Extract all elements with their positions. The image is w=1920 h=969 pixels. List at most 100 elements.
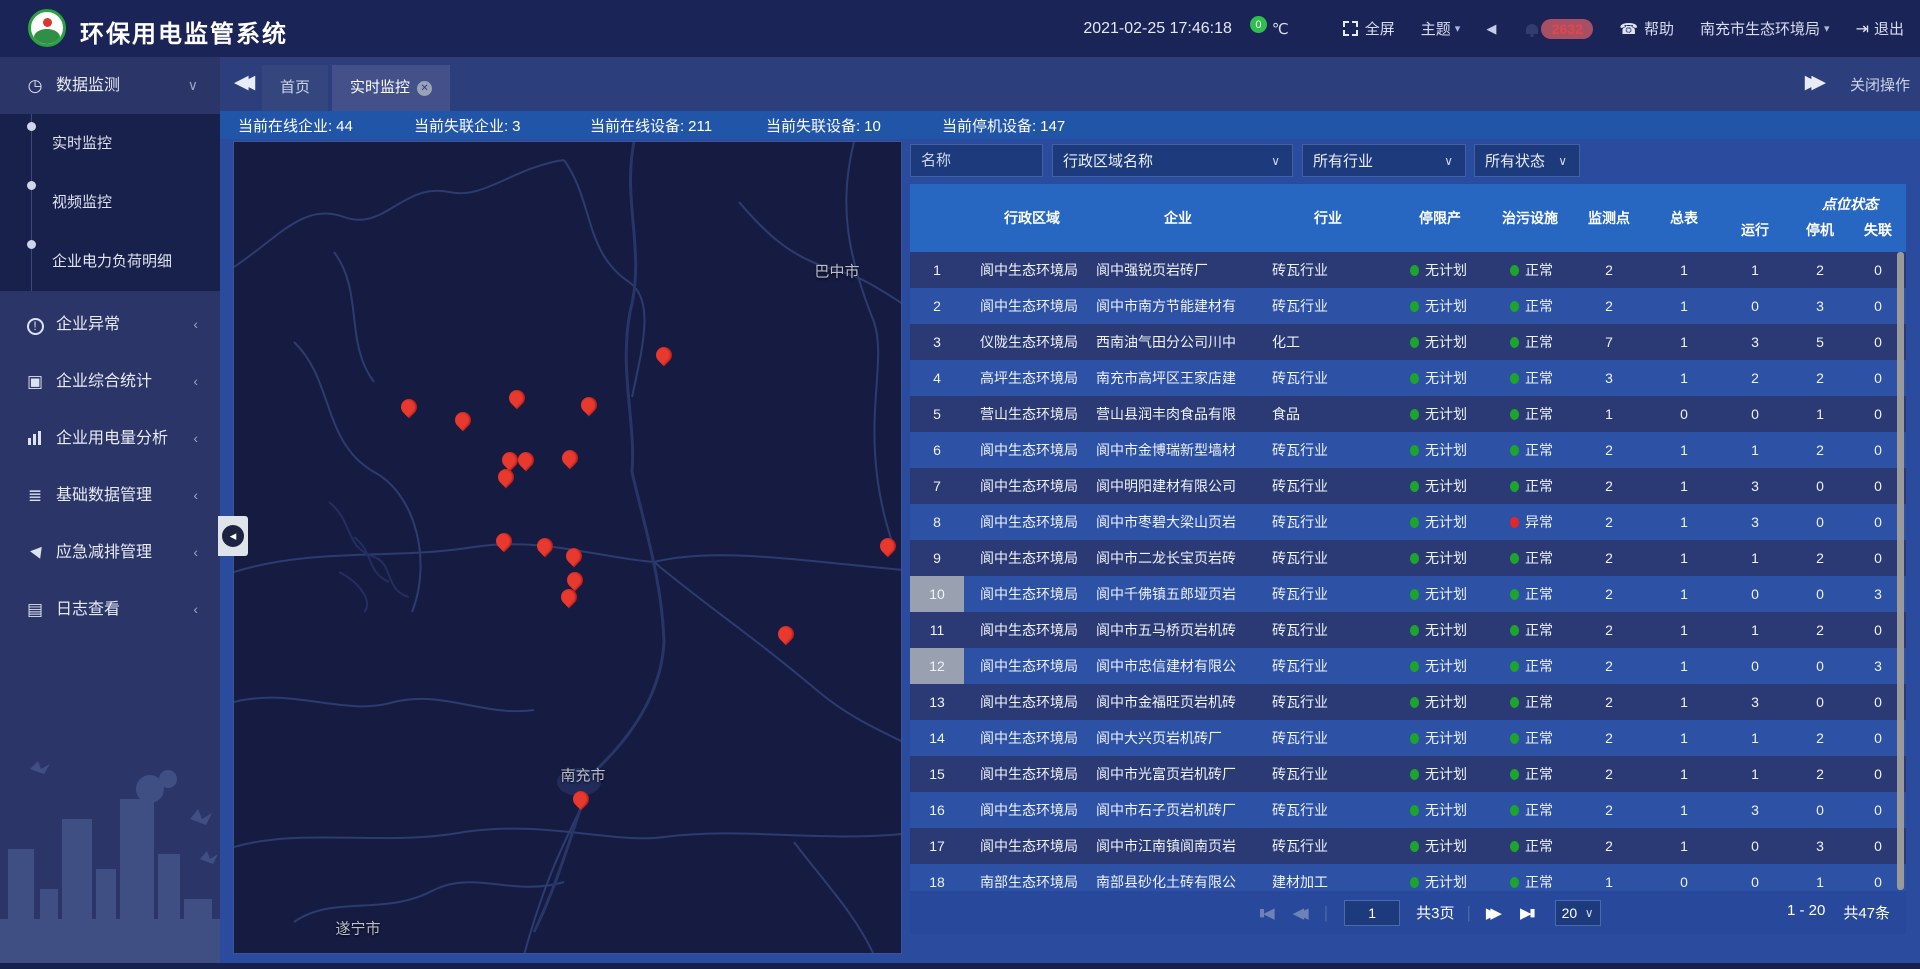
- table-row[interactable]: 4高坪生态环境局南充市高坪区王家店建砖瓦行业无计划正常31220: [910, 360, 1906, 396]
- map-pin[interactable]: [398, 396, 421, 419]
- table-row[interactable]: 7阆中生态环境局阆中明阳建材有限公司砖瓦行业无计划正常21300: [910, 468, 1906, 504]
- map-pin[interactable]: [570, 788, 593, 811]
- cell-running: 1: [1720, 756, 1790, 792]
- fullscreen-button[interactable]: 全屏: [1343, 18, 1395, 39]
- cell-index: 12: [910, 648, 974, 684]
- table-row[interactable]: 3仪陇生态环境局西南油气田分公司川中化工无计划正常71350: [910, 324, 1906, 360]
- cell-points: 2: [1570, 612, 1648, 648]
- map-pin[interactable]: [559, 447, 582, 470]
- page-size-select[interactable]: 20 ∨: [1555, 900, 1601, 926]
- sidebar-item-video-monitor[interactable]: 视频监控: [0, 173, 220, 232]
- sidebar-item-emergency-reduction[interactable]: 应急减排管理 ‹: [0, 524, 220, 581]
- col-industry[interactable]: 行业: [1266, 184, 1390, 252]
- mute-speaker-icon[interactable]: ◀: [1486, 21, 1496, 37]
- map-pin[interactable]: [775, 623, 798, 646]
- map-pin[interactable]: [452, 409, 475, 432]
- table-row[interactable]: 16阆中生态环境局阆中市石子页岩机砖厂砖瓦行业无计划正常21300: [910, 792, 1906, 828]
- last-page-button[interactable]: ▶: [1520, 904, 1536, 922]
- next-page-button[interactable]: ▶▶: [1486, 904, 1502, 922]
- close-operations-button[interactable]: 关闭操作: [1850, 74, 1910, 95]
- logout-button[interactable]: ⇥ 退出: [1856, 18, 1904, 39]
- stat-online-companies: 当前在线企业:44: [238, 115, 396, 136]
- cell-region: 阆中生态环境局: [974, 684, 1090, 720]
- table-scrollbar[interactable]: [1897, 252, 1904, 890]
- region-filter-select[interactable]: 行政区域名称 ∨: [1052, 144, 1293, 177]
- sidebar-item-enterprise-statistics[interactable]: ▣ 企业综合统计 ‹: [0, 353, 220, 410]
- name-filter-input[interactable]: [910, 144, 1043, 177]
- map-pin[interactable]: [493, 530, 516, 553]
- cell-region: 阆中生态环境局: [974, 648, 1090, 684]
- sidebar-item-power-usage-analysis[interactable]: 企业用电量分析 ‹: [0, 410, 220, 467]
- cell-running: 3: [1720, 504, 1790, 540]
- close-icon[interactable]: ✕: [417, 81, 432, 96]
- map-pin[interactable]: [495, 466, 518, 489]
- tab-realtime-monitor[interactable]: 实时监控 ✕: [332, 65, 450, 111]
- chevron-left-icon: ‹: [193, 353, 198, 410]
- help-button[interactable]: ☎ 帮助: [1619, 18, 1674, 39]
- tabs-scroll-left-icon[interactable]: ◀◀: [234, 71, 247, 94]
- sidebar-item-log-view[interactable]: ▤ 日志查看 ‹: [0, 581, 220, 638]
- col-production[interactable]: 停限产: [1390, 184, 1490, 252]
- table-row[interactable]: 5营山生态环境局营山县润丰肉食品有限食品无计划正常10010: [910, 396, 1906, 432]
- table-row[interactable]: 9阆中生态环境局阆中市二龙长宝页岩砖砖瓦行业无计划正常21120: [910, 540, 1906, 576]
- page-number-input[interactable]: 1: [1344, 900, 1400, 926]
- map-panel[interactable]: 巴中市 南充市 遂宁市: [233, 141, 902, 954]
- cell-running: 3: [1720, 468, 1790, 504]
- sidebar-item-basic-data-mgmt[interactable]: ≣ 基础数据管理 ‹: [0, 467, 220, 524]
- status-dot: [1510, 625, 1519, 636]
- sidebar-item-enterprise-abnormal[interactable]: ! 企业异常 ‹: [0, 296, 220, 353]
- table-row[interactable]: 2阆中生态环境局阆中市南方节能建材有砖瓦行业无计划正常21030: [910, 288, 1906, 324]
- table-row[interactable]: 13阆中生态环境局阆中市金福旺页岩机砖砖瓦行业无计划正常21300: [910, 684, 1906, 720]
- cell-production-status: 无计划: [1390, 576, 1490, 612]
- cell-industry: 砖瓦行业: [1266, 756, 1390, 792]
- stats-bar: 当前在线企业:44 当前失联企业:3 当前在线设备:211 当前失联设备:10 …: [220, 111, 1920, 139]
- cell-stopped: 0: [1790, 576, 1850, 612]
- col-treatment[interactable]: 治污设施: [1490, 184, 1570, 252]
- col-points[interactable]: 监测点: [1570, 184, 1648, 252]
- name-input[interactable]: [921, 152, 1032, 169]
- table-row[interactable]: 15阆中生态环境局阆中市光富页岩机砖厂砖瓦行业无计划正常21120: [910, 756, 1906, 792]
- tab-home[interactable]: 首页: [262, 65, 328, 111]
- industry-filter-select[interactable]: 所有行业 ∨: [1302, 144, 1466, 177]
- status-filter-select[interactable]: 所有状态 ∨: [1474, 144, 1580, 177]
- tabs-scroll-right-icon[interactable]: ▶▶: [1805, 71, 1818, 94]
- theme-dropdown[interactable]: 主题 ▾: [1421, 18, 1461, 39]
- cell-industry: 砖瓦行业: [1266, 612, 1390, 648]
- map-pin[interactable]: [515, 449, 538, 472]
- table-row[interactable]: 12阆中生态环境局阆中市忠信建材有限公砖瓦行业无计划正常21003: [910, 648, 1906, 684]
- cell-index: 8: [910, 504, 974, 540]
- col-meter[interactable]: 总表: [1648, 184, 1720, 252]
- chevron-down-icon: ▾: [1455, 22, 1461, 35]
- table-row[interactable]: 10阆中生态环境局阆中千佛镇五郎垭页岩砖瓦行业无计划正常21003: [910, 576, 1906, 612]
- table-row[interactable]: 1阆中生态环境局阆中强锐页岩砖厂砖瓦行业无计划正常21120: [910, 252, 1906, 288]
- status-dot: [1410, 445, 1419, 456]
- col-running[interactable]: 运行: [1720, 184, 1790, 252]
- table-row[interactable]: 6阆中生态环境局阆中市金博瑞新型墙材砖瓦行业无计划正常21120: [910, 432, 1906, 468]
- map-pin[interactable]: [506, 387, 529, 410]
- sidebar-item-realtime-monitor[interactable]: 实时监控: [0, 114, 220, 173]
- status-dot: [1410, 769, 1419, 780]
- sidebar-item-data-monitoring[interactable]: ◷ 数据监测 ∨: [0, 57, 220, 114]
- map-pin[interactable]: [534, 535, 557, 558]
- first-page-button[interactable]: ◀: [1259, 904, 1275, 922]
- cell-production-status: 无计划: [1390, 720, 1490, 756]
- notifications-button[interactable]: 2632: [1526, 19, 1593, 39]
- col-region[interactable]: 行政区域: [974, 184, 1090, 252]
- map-pin[interactable]: [578, 394, 601, 417]
- organization-dropdown[interactable]: 南充市生态环境局 ▾: [1700, 18, 1830, 39]
- col-company[interactable]: 企业: [1090, 184, 1266, 252]
- status-dot: [1410, 373, 1419, 384]
- prev-page-button[interactable]: ◀◀: [1293, 904, 1309, 922]
- cell-meter: 1: [1648, 612, 1720, 648]
- map-pin[interactable]: [563, 545, 586, 568]
- table-row[interactable]: 17阆中生态环境局阆中市江南镇阆南页岩砖瓦行业无计划正常21030: [910, 828, 1906, 864]
- table-row[interactable]: 11阆中生态环境局阆中市五马桥页岩机砖砖瓦行业无计划正常21120: [910, 612, 1906, 648]
- cell-meter: 1: [1648, 756, 1720, 792]
- table-row[interactable]: 8阆中生态环境局阆中市枣碧大梁山页岩砖瓦行业无计划异常21300: [910, 504, 1906, 540]
- sidebar-item-power-load-detail[interactable]: 企业电力负荷明细: [0, 232, 220, 291]
- exit-icon: ⇥: [1856, 19, 1869, 39]
- sidebar-collapse-handle[interactable]: ◂: [218, 516, 248, 556]
- map-pin[interactable]: [653, 344, 676, 367]
- table-row[interactable]: 14阆中生态环境局阆中大兴页岩机砖厂砖瓦行业无计划正常21120: [910, 720, 1906, 756]
- map-pin[interactable]: [877, 535, 900, 558]
